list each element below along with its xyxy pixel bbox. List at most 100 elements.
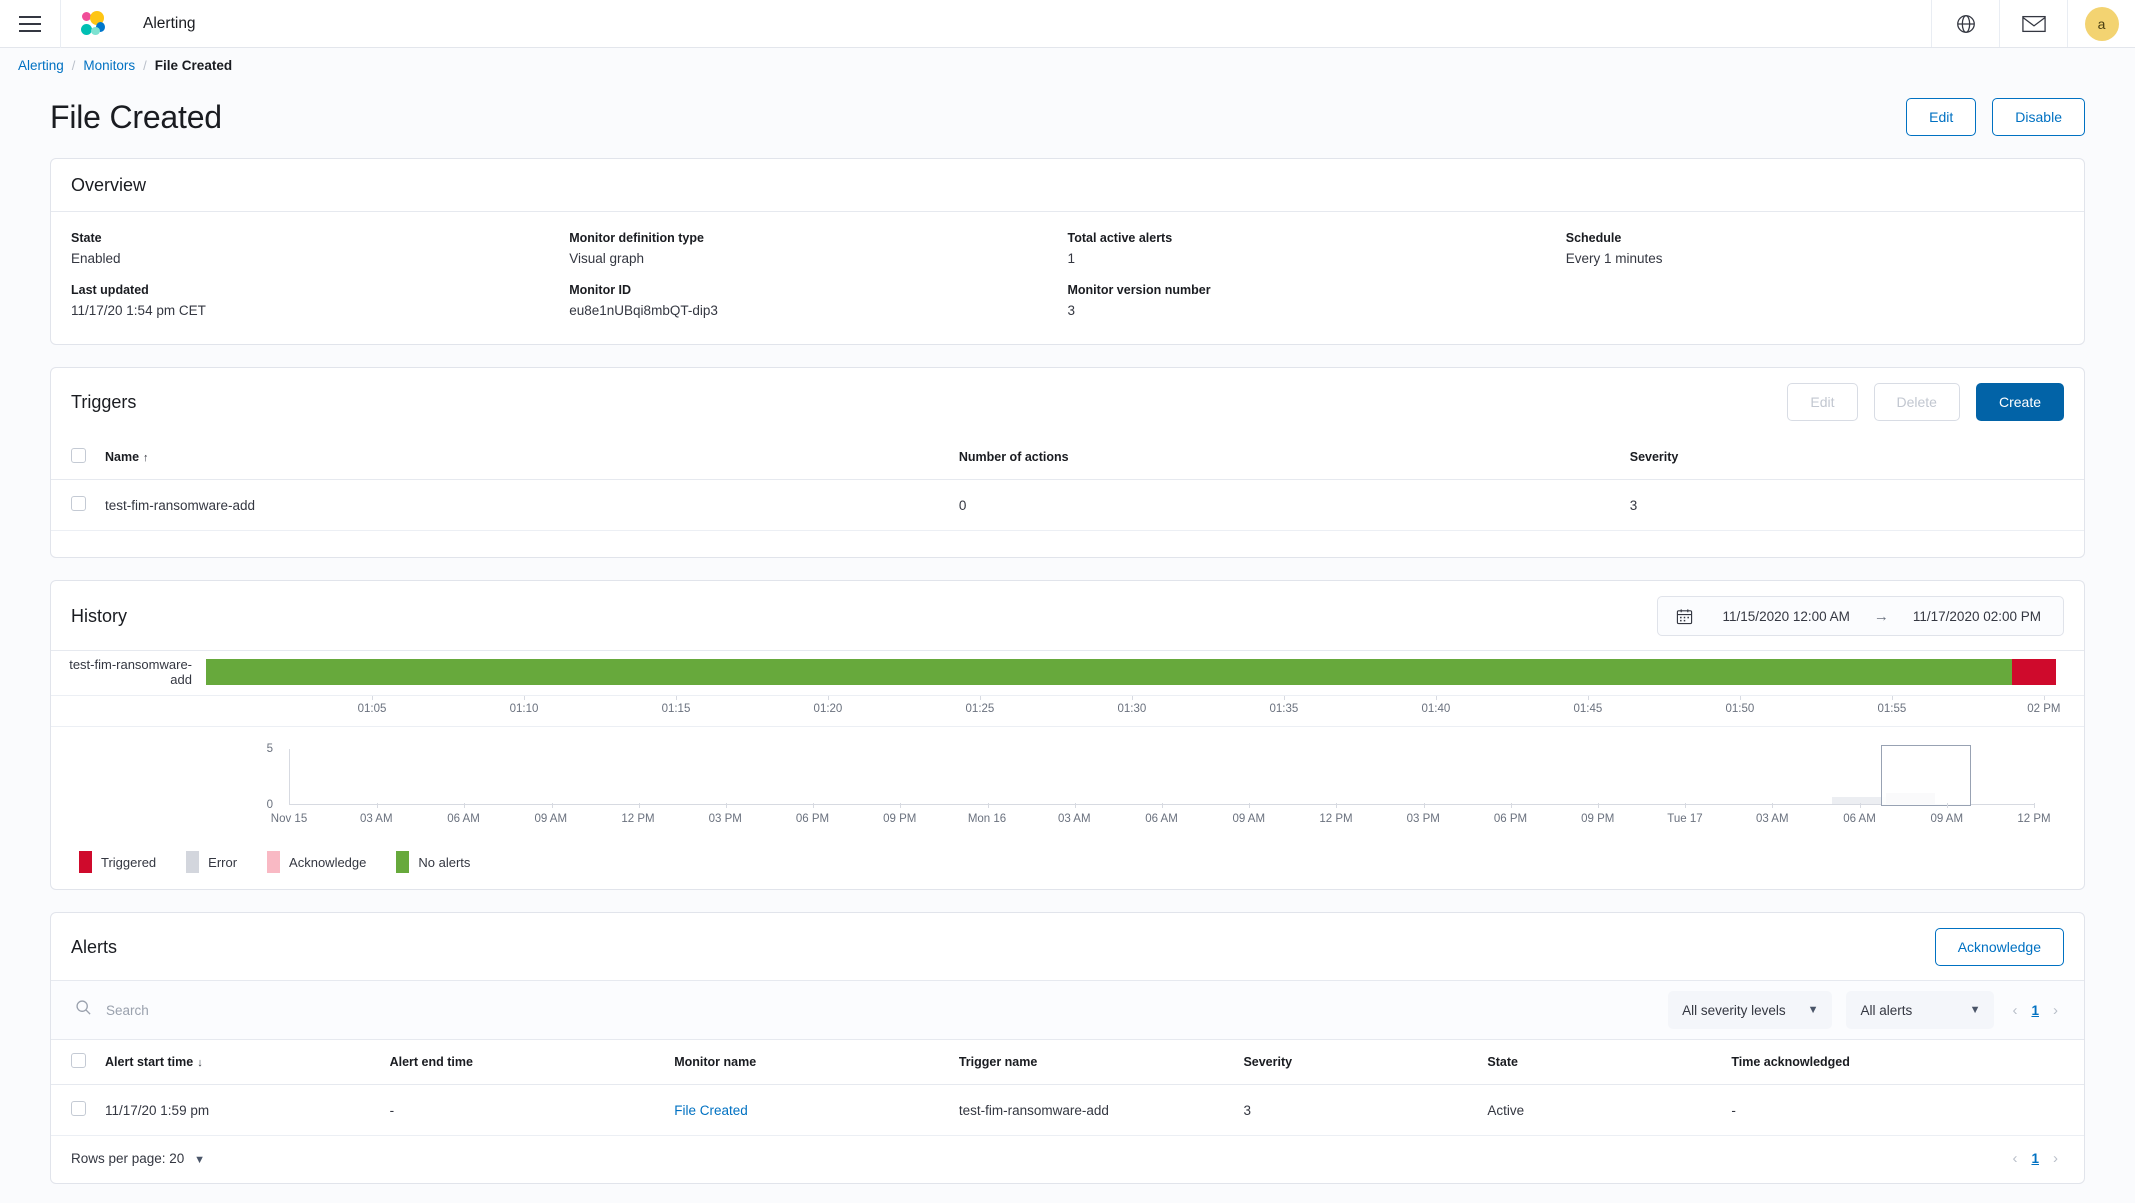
history-header: History 11/15/2020 12:00 AM → 11/17/2020… — [51, 581, 2084, 650]
triggers-actions: Edit Delete Create — [1787, 383, 2064, 421]
mini-chart-plot-area[interactable] — [289, 745, 2035, 808]
mini-chart-x-tick-mark — [813, 803, 815, 808]
axis-tick-label: 02 PM — [2027, 703, 2061, 715]
app-chrome-bar: Alerting a — [0, 0, 2135, 48]
triggers-col-actions[interactable]: Number of actions — [950, 435, 1622, 480]
alerts-col-end-time[interactable]: Alert end time — [381, 1040, 667, 1085]
alerts-title: Alerts — [71, 936, 118, 957]
date-range-end[interactable]: 11/17/2020 02:00 PM — [1895, 609, 2059, 624]
alerts-col-time-acknowledged[interactable]: Time acknowledged — [1723, 1040, 2084, 1085]
select-all-alerts-checkbox[interactable] — [71, 1053, 86, 1068]
menu-button[interactable] — [0, 0, 60, 48]
mini-chart-x-tick-mark — [1598, 803, 1599, 808]
trigger-delete-button[interactable]: Delete — [1873, 383, 1960, 421]
mini-chart-brush-selection[interactable] — [1880, 745, 1972, 806]
chevron-left-icon[interactable]: ‹ — [2012, 1150, 2017, 1167]
trigger-create-button[interactable]: Create — [1975, 383, 2064, 421]
mini-chart-x-tick-label: 06 AM — [447, 813, 480, 825]
alerts-filter-value: All alerts — [1860, 1002, 1913, 1018]
chevron-right-icon[interactable]: › — [2053, 1002, 2058, 1019]
sort-ascending-icon: ↑ — [143, 452, 149, 464]
alerts-col-severity[interactable]: Severity — [1235, 1040, 1480, 1085]
trigger-edit-button[interactable]: Edit — [1787, 383, 1858, 421]
alert-start-time-cell: 11/17/20 1:59 pm — [97, 1084, 382, 1136]
field-value: 1 — [1067, 251, 1076, 266]
globe-icon[interactable] — [1931, 0, 1999, 47]
page-root: Alerting a Alerting / Monitors / File Cr… — [0, 0, 2135, 1203]
breadcrumb-item-alerting[interactable]: Alerting — [18, 58, 64, 73]
field-value: eu8e1nUBqi8mbQT-dip3 — [569, 303, 718, 318]
legend-label: Triggered — [101, 854, 157, 870]
edit-monitor-button[interactable]: Edit — [1906, 98, 1977, 136]
triggers-col-name[interactable]: Name ↑ — [97, 435, 951, 480]
mini-chart-x-tick-label: 06 PM — [795, 813, 830, 825]
alerts-col-start-time[interactable]: Alert start time ↓ — [97, 1040, 382, 1085]
field-value: 11/17/20 1:54 pm CET — [71, 303, 206, 318]
disable-monitor-button[interactable]: Disable — [1992, 98, 2085, 136]
field-label: Monitor ID — [569, 283, 632, 297]
row-select-cell — [51, 479, 97, 531]
axis-tick-label: 01:20 — [813, 703, 843, 715]
select-all-triggers-checkbox[interactable] — [71, 448, 86, 463]
alerts-table-footer: Rows per page: 20 ▼ ‹ 1 › — [51, 1136, 2084, 1183]
legend-label: Error — [208, 854, 238, 870]
mini-chart-x-tick-mark — [1859, 803, 1861, 808]
page-number-1[interactable]: 1 — [2031, 1003, 2039, 1018]
chevron-right-icon[interactable]: › — [2053, 1150, 2058, 1167]
row-checkbox[interactable] — [71, 1101, 86, 1116]
monitor-name-link[interactable]: File Created — [674, 1103, 748, 1118]
mail-icon[interactable] — [1999, 0, 2067, 47]
history-mini-chart[interactable]: 5 0 Nov 15 03 AM 06 AM 09 AM 12 PM 03 PM 06 PM… — [51, 743, 2056, 833]
axis-tick-mark — [1131, 696, 1133, 700]
history-title: History — [71, 605, 128, 626]
mini-chart-x-tick-label: 06 PM — [1493, 813, 1528, 825]
field-label: Schedule — [1565, 231, 1622, 245]
app-title: Alerting — [143, 14, 196, 32]
overview-field-total-active-alerts: Total active alerts 1 — [1068, 222, 1566, 274]
acknowledge-button[interactable]: Acknowledge — [1934, 928, 2064, 966]
axis-tick-mark — [675, 696, 677, 700]
alerts-filter-dropdown[interactable]: All alerts ▼ — [1846, 991, 1995, 1029]
severity-filter-dropdown[interactable]: All severity levels ▼ — [1668, 991, 1833, 1029]
legend-item-error: Error — [186, 851, 237, 873]
search-input[interactable] — [104, 1001, 1655, 1019]
timeline-segment-no-alerts[interactable] — [206, 659, 2012, 685]
overview-field-monitor-definition-type: Monitor definition type Visual graph — [569, 222, 1067, 274]
home-logo-button[interactable] — [60, 0, 125, 48]
mini-chart-x-tick-mark — [1772, 803, 1774, 808]
table-row[interactable]: test-fim-ransomware-add 0 3 — [51, 479, 2084, 531]
trigger-name-cell: test-fim-ransomware-add — [97, 479, 951, 531]
alert-time-acknowledged-cell: - — [1723, 1084, 2084, 1136]
page-number-1[interactable]: 1 — [2031, 1151, 2039, 1166]
axis-tick-label: 01:45 — [1573, 703, 1603, 715]
date-range-picker[interactable]: 11/15/2020 12:00 AM → 11/17/2020 02:00 P… — [1656, 596, 2064, 636]
alerts-col-state[interactable]: State — [1479, 1040, 1724, 1085]
triggers-table-footer — [51, 531, 2084, 557]
alerts-col-monitor-name[interactable]: Monitor name — [666, 1040, 951, 1085]
mini-y-tick-top: 5 — [266, 743, 273, 755]
row-checkbox[interactable] — [71, 496, 86, 511]
date-range-start[interactable]: 11/15/2020 12:00 AM — [1705, 609, 1868, 624]
triggers-col-severity[interactable]: Severity — [1621, 435, 2084, 480]
chevron-left-icon[interactable]: ‹ — [2012, 1002, 2017, 1019]
column-label: Alert start time — [105, 1055, 194, 1069]
alerts-col-trigger-name[interactable]: Trigger name — [950, 1040, 1236, 1085]
timeline-segment-triggered[interactable] — [2011, 659, 2056, 685]
calendar-icon[interactable] — [1662, 608, 1705, 625]
history-axis: 01:05 01:10 01:15 01:20 01:25 01:30 01:35 01:40… — [51, 695, 2084, 727]
table-row[interactable]: 11/17/20 1:59 pm - File Created test-fim… — [51, 1084, 2084, 1136]
rows-per-page-dropdown[interactable]: Rows per page: 20 ▼ — [71, 1151, 205, 1166]
hamburger-menu-icon[interactable] — [19, 15, 41, 32]
breadcrumb-item-monitors[interactable]: Monitors — [83, 58, 135, 73]
axis-tick-label: 01:10 — [509, 703, 539, 715]
history-timeline-track[interactable] — [206, 659, 2056, 685]
mini-chart-x-tick-label: 09 PM — [1581, 813, 1615, 825]
page-header: File Created Edit Disable — [0, 82, 2135, 158]
search-icon — [75, 999, 92, 1021]
alerts-table: Alert start time ↓ Alert end time Monitor… — [51, 1040, 2084, 1136]
triggers-panel: Triggers Edit Delete Create Name ↑ Number… — [50, 367, 2085, 558]
overview-title: Overview — [71, 175, 147, 195]
mini-chart-x-tick-label: 09 AM — [1930, 813, 1964, 825]
avatar[interactable]: a — [2084, 6, 2119, 41]
mini-chart-x-tick-label: 03 PM — [1406, 813, 1440, 825]
